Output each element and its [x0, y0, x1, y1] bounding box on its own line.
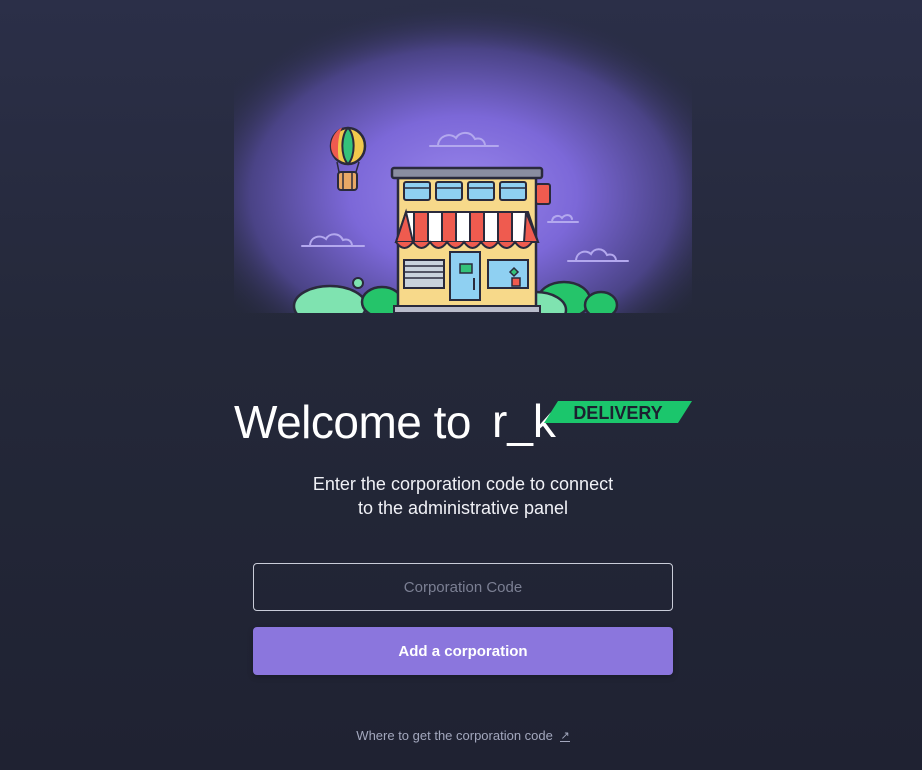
- help-link-label: Where to get the corporation code: [356, 728, 553, 743]
- corporation-code-input[interactable]: [253, 563, 673, 611]
- brand-tag: DELIVERY: [573, 403, 662, 423]
- instructions-text: Enter the corporation code to connect to…: [260, 472, 666, 520]
- brand-logo: r_k DELIVERY: [492, 392, 692, 457]
- instructions-line-2: to the administrative panel: [357, 498, 569, 518]
- store-illustration: [234, 0, 692, 313]
- external-link-icon: ↗: [560, 730, 570, 743]
- store-building: [390, 166, 551, 313]
- add-corporation-button[interactable]: Add a corporation: [253, 627, 673, 675]
- welcome-heading: Welcome to r_k DELIVERY: [234, 392, 694, 452]
- corporation-code-help-link[interactable]: Where to get the corporation code ↗: [260, 728, 666, 743]
- instructions-line-1: Enter the corporation code to connect: [312, 474, 614, 494]
- welcome-prefix: Welcome to: [234, 396, 472, 448]
